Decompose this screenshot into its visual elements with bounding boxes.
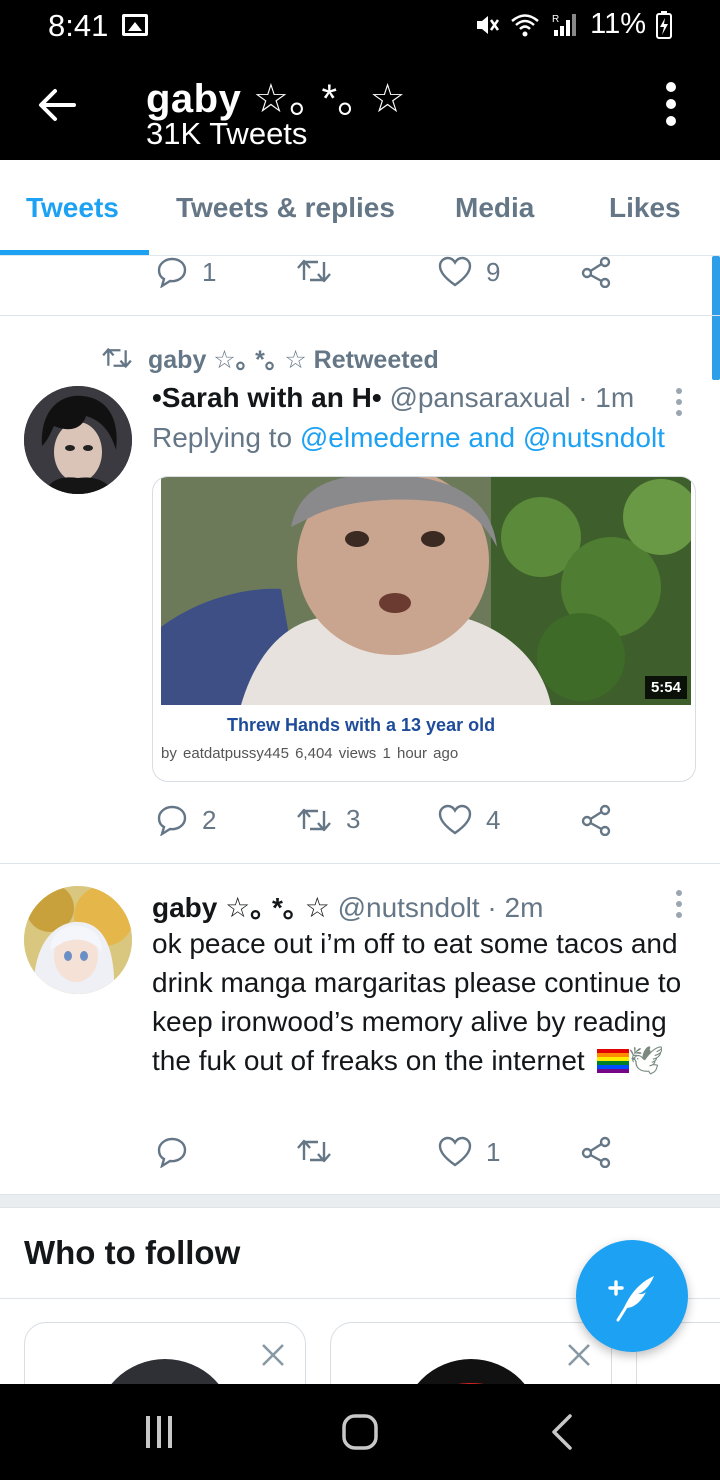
- retweet-context[interactable]: gaby ☆｡ *｡ ☆ Retweeted: [100, 340, 439, 376]
- avatar[interactable]: [24, 386, 132, 494]
- like-button[interactable]: 1: [438, 1136, 500, 1168]
- profile-header: gaby ☆｡ *｡ ☆ 31K Tweets: [0, 52, 720, 160]
- home-icon[interactable]: [342, 1414, 378, 1450]
- retweet-button[interactable]: [296, 256, 332, 286]
- active-tab-indicator: [0, 250, 149, 255]
- like-button[interactable]: 4: [438, 804, 500, 836]
- retweet-context-text: gaby ☆｡ *｡ ☆ Retweeted: [148, 346, 439, 374]
- mute-icon: [477, 15, 500, 34]
- share-icon: [581, 804, 611, 836]
- avatar-image: [24, 386, 132, 494]
- retweet-icon: [297, 808, 331, 831]
- share-icon: [581, 1136, 611, 1168]
- replying-prefix: Replying to: [152, 422, 300, 453]
- section-divider: [0, 1194, 720, 1208]
- reply-icon: [157, 257, 187, 288]
- heart-icon: [438, 256, 472, 287]
- close-icon[interactable]: [259, 1341, 287, 1369]
- retweet-icon: [297, 259, 331, 283]
- status-bar: 8:41 R 11%: [0, 0, 720, 52]
- profile-tabs: Tweets Tweets & replies Media Likes: [0, 160, 720, 256]
- tweet-actions: 1 9: [0, 256, 720, 296]
- like-button[interactable]: 9: [438, 256, 500, 288]
- replying-to-user-2[interactable]: @nutsndolt: [523, 422, 665, 453]
- video-title[interactable]: Threw Hands with a 13 year old: [227, 715, 495, 736]
- retweet-icon: [297, 1139, 331, 1163]
- tweet-actions: 1: [0, 1136, 720, 1176]
- reply-icon: [157, 805, 187, 836]
- video-card[interactable]: 5:54 Threw Hands with a 13 year old by e…: [152, 476, 696, 782]
- gallery-notification-icon: [122, 14, 148, 36]
- compose-feather-icon: [608, 1276, 654, 1322]
- close-icon[interactable]: [565, 1341, 593, 1369]
- heart-icon: [438, 1136, 472, 1167]
- retweet-button[interactable]: [296, 1136, 332, 1166]
- retweet-icon: [102, 348, 132, 368]
- compose-tweet-button[interactable]: [576, 1240, 688, 1352]
- author-name[interactable]: •Sarah with an H•: [152, 382, 382, 413]
- like-count: 1: [486, 1136, 501, 1167]
- share-button[interactable]: [580, 804, 612, 836]
- like-count: 4: [486, 804, 501, 835]
- video-meta: by eatdatpussy445 6,404 views 1 hour ago: [161, 745, 459, 762]
- author-handle: @nutsndolt · 2m: [337, 892, 544, 923]
- divider: [0, 315, 720, 316]
- reply-count: 2: [202, 804, 217, 835]
- tab-media[interactable]: Media: [455, 192, 534, 224]
- tweet-text: ok peace out i’m off to eat some tacos a…: [152, 924, 692, 1080]
- back-arrow-icon[interactable]: [36, 84, 78, 126]
- wifi-icon: [511, 13, 539, 36]
- divider: [0, 863, 720, 864]
- tweet-menu-icon[interactable]: [674, 388, 684, 421]
- status-time: 8:41: [48, 8, 109, 43]
- video-thumbnail-image: [161, 477, 691, 705]
- retweet-button[interactable]: 3: [296, 804, 360, 835]
- reply-count: 1: [202, 256, 217, 287]
- author-name[interactable]: gaby ☆｡ *｡ ☆: [152, 892, 330, 923]
- signal-icon: R: [552, 13, 577, 36]
- share-button[interactable]: [580, 256, 612, 288]
- author-handle: @pansaraxual · 1m: [389, 382, 635, 413]
- share-icon: [581, 256, 611, 288]
- avatar-image: [24, 886, 132, 994]
- rainbow-flag-icon: [596, 1049, 629, 1073]
- svg-text:R: R: [552, 14, 559, 25]
- video-duration: 5:54: [644, 676, 687, 699]
- video-thumbnail[interactable]: 5:54: [161, 477, 691, 705]
- profile-name-text: gaby: [146, 77, 242, 121]
- profile-name-stars: ☆｡ *｡ ☆: [252, 77, 406, 121]
- heart-icon: [438, 804, 472, 835]
- reply-icon: [157, 1137, 187, 1168]
- reply-button[interactable]: [156, 1136, 188, 1168]
- dove-emoji: 🕊: [628, 1044, 665, 1077]
- tweet-header: gaby ☆｡ *｡ ☆ @nutsndolt · 2m: [152, 886, 543, 926]
- recent-apps-icon[interactable]: [144, 1414, 174, 1450]
- reply-button[interactable]: 2: [156, 804, 216, 836]
- tweet-header: •Sarah with an H• @pansaraxual · 1m: [152, 382, 634, 414]
- tab-likes[interactable]: Likes: [609, 192, 681, 224]
- tab-tweets-replies[interactable]: Tweets & replies: [176, 192, 395, 224]
- battery-percent: 11%: [590, 8, 646, 40]
- battery-charging-icon: [656, 10, 672, 39]
- replying-to-user-1[interactable]: @elmederne: [300, 422, 461, 453]
- replying-to: Replying to @elmederne and @nutsndolt: [152, 422, 665, 454]
- avatar[interactable]: [24, 886, 132, 994]
- system-nav-bar: [0, 1384, 720, 1480]
- replying-and: and: [460, 422, 523, 453]
- like-count: 9: [486, 256, 501, 287]
- who-to-follow-title: Who to follow: [24, 1234, 241, 1271]
- retweet-count: 3: [346, 804, 361, 834]
- back-icon[interactable]: [550, 1414, 574, 1450]
- reply-button[interactable]: 1: [156, 256, 216, 288]
- more-options-icon[interactable]: [664, 82, 678, 130]
- tweet-menu-icon[interactable]: [674, 890, 684, 923]
- tweet-count: 31K Tweets: [146, 116, 308, 151]
- share-button[interactable]: [580, 1136, 612, 1168]
- status-right: R 11%: [474, 8, 672, 41]
- tweet-actions: 2 3 4: [0, 804, 720, 844]
- tab-tweets[interactable]: Tweets: [26, 192, 119, 224]
